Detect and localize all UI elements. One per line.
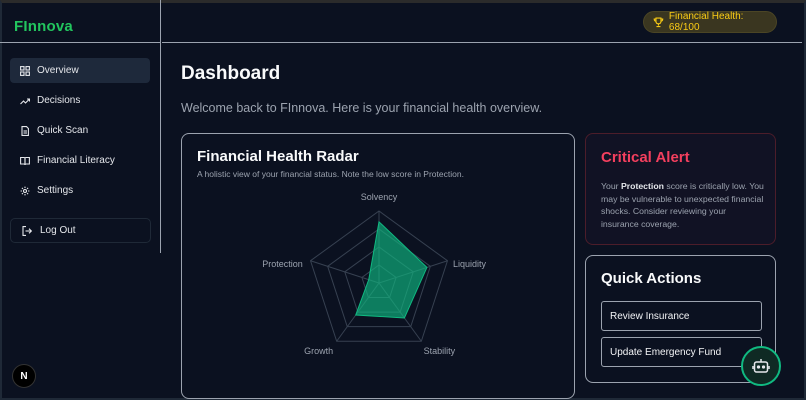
page-title: Dashboard (181, 63, 281, 84)
sidebar-item-label: Quick Scan (37, 125, 89, 136)
health-score-badge: Financial Health: 68/100 (643, 11, 777, 33)
sidebar-item-label: Decisions (37, 95, 81, 106)
trophy-icon (653, 16, 664, 27)
radar-data-area (355, 220, 428, 319)
sidebar-item-label: Settings (37, 185, 74, 196)
book-icon (20, 156, 30, 165)
alert-text: Your Protection score is critically low.… (601, 181, 764, 229)
radar-axis-label-solvency: Solvency (361, 192, 398, 202)
trending-up-icon (20, 97, 30, 104)
header-divider (162, 42, 802, 43)
alert-title: Critical Alert (601, 149, 690, 166)
logout-label: Log Out (40, 225, 76, 236)
sidebar-item-settings[interactable]: Settings (10, 178, 150, 203)
radar-axis-label-stability: Stability (424, 346, 456, 356)
logout-button[interactable]: Log Out (10, 218, 151, 243)
sidebar-item-quick-scan[interactable]: Quick Scan (10, 118, 150, 143)
robot-icon (752, 359, 770, 373)
alert-text-highlight: Protection (620, 181, 664, 191)
critical-alert-card: Critical Alert Your Protection score is … (585, 133, 776, 245)
radar-axis-label-protection: Protection (262, 259, 303, 269)
sidebar-item-label: Overview (37, 65, 79, 76)
sidebar-item-label: Financial Literacy (37, 155, 115, 166)
radar-axis-label-growth: Growth (304, 346, 333, 356)
dev-badge[interactable]: N (12, 364, 36, 388)
chat-bot-button[interactable] (741, 346, 781, 386)
sidebar-item-financial-literacy[interactable]: Financial Literacy (10, 148, 150, 173)
gear-icon (20, 186, 30, 195)
radar-card: Financial Health Radar A holistic view o… (181, 133, 575, 399)
sidebar-item-decisions[interactable]: Decisions (10, 88, 150, 113)
app-logo: FInnova (14, 18, 73, 35)
sidebar-divider (0, 42, 161, 43)
sidebar-item-overview[interactable]: Overview (10, 58, 150, 83)
sidebar: FInnova Overview Decisions Quick Scan Fi… (0, 0, 161, 253)
radar-chart: Solvency Liquidity Stability Growth Protecti… (262, 192, 487, 356)
logout-icon (22, 225, 32, 236)
welcome-text: Welcome back to FInnova. Here is your fi… (181, 101, 543, 115)
file-icon (21, 125, 29, 136)
update-emergency-fund-button[interactable]: Update Emergency Fund (601, 337, 762, 367)
radar-axis-label-liquidity: Liquidity (453, 259, 487, 269)
grid-icon (20, 65, 30, 76)
review-insurance-button[interactable]: Review Insurance (601, 301, 762, 331)
quick-actions-title: Quick Actions (601, 270, 702, 287)
health-score-label: Financial Health: 68/100 (668, 11, 744, 33)
